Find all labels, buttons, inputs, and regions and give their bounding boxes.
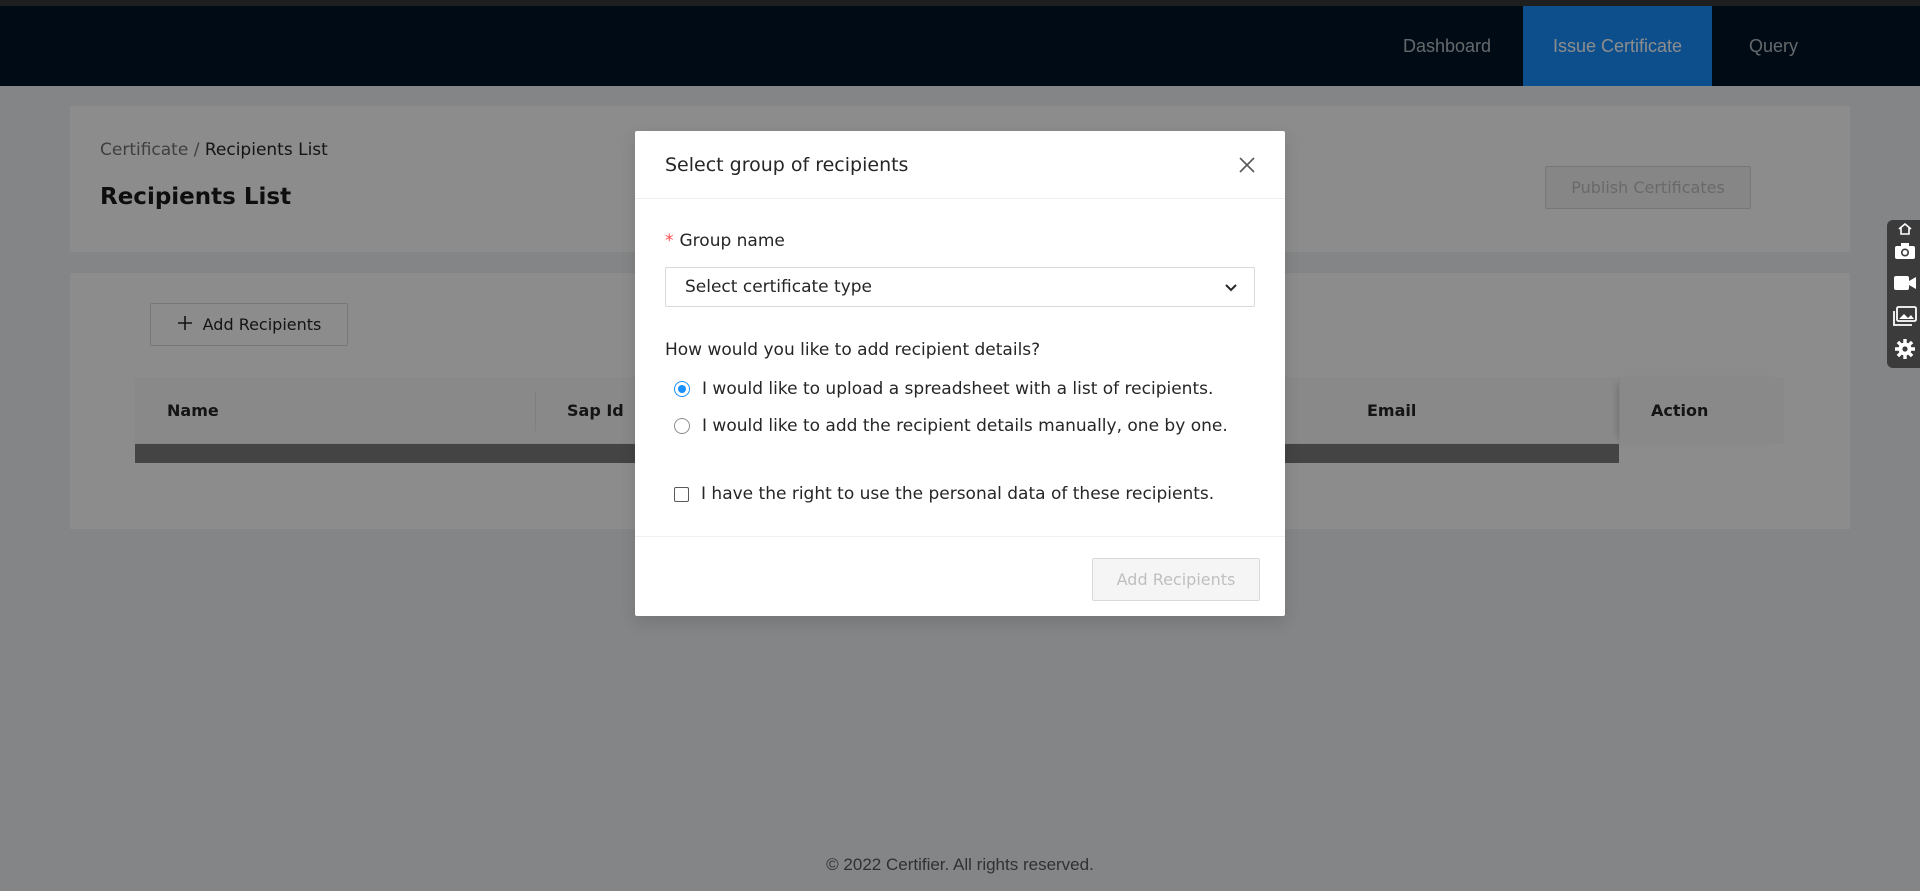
group-name-label: * Group name xyxy=(665,231,785,251)
group-name-label-text: Group name xyxy=(679,231,785,251)
modal-header: Select group of recipients xyxy=(635,131,1285,199)
modal-add-recipients-button[interactable]: Add Recipients xyxy=(1092,558,1260,601)
select-placeholder: Select certificate type xyxy=(685,277,873,297)
home-icon[interactable] xyxy=(1893,222,1917,236)
radio-manual[interactable] xyxy=(674,418,690,434)
select-group-modal: Select group of recipients * Group name S… xyxy=(635,131,1285,616)
video-icon[interactable] xyxy=(1893,272,1917,294)
option-upload-spreadsheet[interactable]: I would like to upload a spreadsheet wit… xyxy=(674,379,1213,399)
chevron-down-icon xyxy=(1222,278,1240,296)
option-upload-label: I would like to upload a spreadsheet wit… xyxy=(702,379,1214,399)
required-mark: * xyxy=(665,231,674,251)
option-manual-label: I would like to add the recipient detail… xyxy=(702,416,1228,436)
certificate-type-select[interactable]: Select certificate type xyxy=(665,267,1255,307)
gear-icon[interactable] xyxy=(1893,338,1917,360)
gallery-icon[interactable] xyxy=(1893,305,1917,327)
modal-title: Select group of recipients xyxy=(665,154,909,176)
camera-icon[interactable] xyxy=(1893,240,1917,262)
option-add-manually[interactable]: I would like to add the recipient detail… xyxy=(674,416,1228,436)
modal-footer: Add Recipients xyxy=(635,536,1285,616)
radio-upload[interactable] xyxy=(674,381,690,397)
consent-label: I have the right to use the personal dat… xyxy=(701,484,1215,504)
consent-checkbox[interactable] xyxy=(674,486,689,502)
side-toolbar xyxy=(1887,220,1920,368)
close-icon[interactable] xyxy=(1235,153,1259,177)
consent-checkbox-row[interactable]: I have the right to use the personal dat… xyxy=(674,484,1214,504)
add-method-question: How would you like to add recipient deta… xyxy=(665,340,1041,360)
